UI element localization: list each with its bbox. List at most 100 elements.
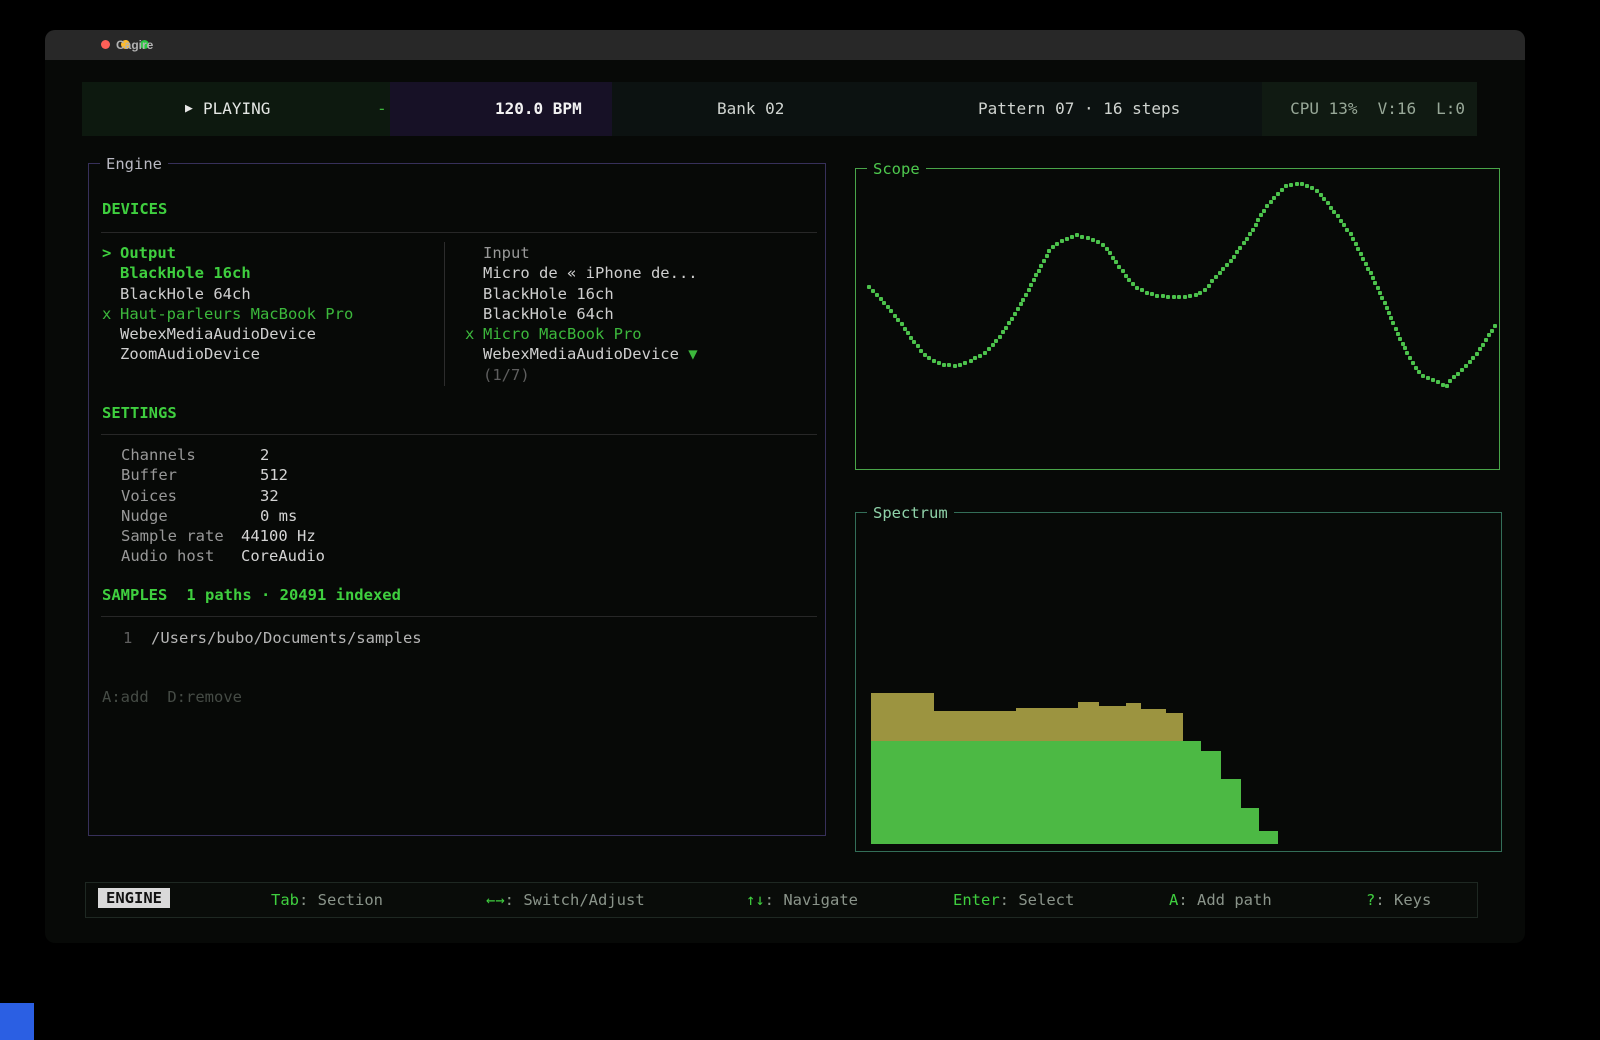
setting-row[interactable]: Buffer512 bbox=[121, 465, 325, 485]
scope-waveform bbox=[856, 169, 1499, 469]
waveform-dot bbox=[1121, 269, 1125, 273]
waveform-dot bbox=[1452, 375, 1456, 379]
waveform-dot bbox=[900, 322, 904, 326]
device-name: Micro MacBook Pro bbox=[483, 325, 642, 343]
setting-value: 32 bbox=[241, 487, 279, 505]
waveform-dot bbox=[1408, 356, 1412, 360]
device-row[interactable]: WebexMediaAudioDevice ▼ bbox=[465, 344, 698, 364]
waveform-dot bbox=[1108, 251, 1112, 255]
waveform-dot bbox=[932, 359, 936, 363]
device-marker bbox=[102, 284, 120, 304]
input-section-header[interactable]: Input bbox=[465, 243, 698, 263]
waveform-dot bbox=[1366, 267, 1370, 271]
device-name: Input bbox=[483, 244, 530, 262]
waveform-dot bbox=[1155, 294, 1159, 298]
setting-row[interactable]: Nudge0 ms bbox=[121, 506, 325, 526]
device-name: Haut-parleurs MacBook Pro bbox=[120, 305, 353, 323]
waveform-dot bbox=[1029, 283, 1033, 287]
waveform-dot bbox=[1080, 235, 1084, 239]
samples-separator bbox=[101, 616, 817, 617]
waveform-dot bbox=[875, 293, 879, 297]
device-marker bbox=[465, 344, 483, 364]
waveform-dot bbox=[1371, 276, 1375, 280]
shortcut-label: : Switch/Adjust bbox=[505, 891, 645, 909]
waveform-dot bbox=[1265, 204, 1269, 208]
waveform-dot bbox=[1398, 337, 1402, 341]
pattern-label: Pattern 07 · 16 steps bbox=[978, 82, 1180, 136]
waveform-dot bbox=[1016, 307, 1020, 311]
device-row[interactable]: ZoomAudioDevice bbox=[102, 344, 353, 364]
waveform-dot bbox=[1401, 342, 1405, 346]
shortcut-key: Enter bbox=[953, 891, 1000, 909]
waveform-dot bbox=[1436, 380, 1440, 384]
device-name: ZoomAudioDevice bbox=[120, 345, 260, 363]
waveform-dot bbox=[1280, 188, 1284, 192]
device-row[interactable]: BlackHole 16ch bbox=[102, 263, 353, 283]
waveform-dot bbox=[1086, 236, 1090, 240]
waveform-dot bbox=[1145, 291, 1149, 295]
device-row[interactable]: xMicro MacBook Pro bbox=[465, 324, 698, 344]
waveform-dot bbox=[916, 344, 920, 348]
waveform-dot bbox=[1177, 295, 1181, 299]
shortcut-label: : Add path bbox=[1178, 891, 1271, 909]
shortcut-hint: Enter: Select bbox=[953, 883, 1074, 917]
sample-path-row[interactable]: 1/Users/bubo/Documents/samples bbox=[102, 628, 422, 648]
waveform-dot bbox=[1478, 347, 1482, 351]
setting-row[interactable]: Audio hostCoreAudio bbox=[121, 546, 325, 566]
waveform-dot bbox=[937, 361, 941, 365]
waveform-dot bbox=[1013, 312, 1017, 316]
waveform-dot bbox=[1140, 288, 1144, 292]
waveform-dot bbox=[1385, 306, 1389, 310]
shortcut-key: ↑↓ bbox=[746, 891, 765, 909]
waveform-dot bbox=[1364, 262, 1368, 266]
waveform-dot bbox=[1055, 242, 1059, 246]
setting-row[interactable]: Channels2 bbox=[121, 445, 325, 465]
device-row[interactable]: BlackHole 16ch bbox=[465, 284, 698, 304]
waveform-dot bbox=[1426, 376, 1430, 380]
waveform-dot bbox=[1034, 273, 1038, 277]
waveform-dot bbox=[1354, 242, 1358, 246]
waveform-dot bbox=[1387, 311, 1391, 315]
device-row[interactable]: xHaut-parleurs MacBook Pro bbox=[102, 304, 353, 324]
device-row[interactable]: Micro de « iPhone de... bbox=[465, 263, 698, 283]
close-button[interactable] bbox=[101, 40, 110, 49]
app-window: Cagire ▶ PLAYING - 120.0 BPM Bank 02 Pat… bbox=[45, 30, 1525, 943]
waveform-dot bbox=[1305, 184, 1309, 188]
waveform-dot bbox=[1021, 298, 1025, 302]
waveform-dot bbox=[953, 364, 957, 368]
samples-summary: 1 paths · 20491 indexed bbox=[186, 586, 401, 604]
waveform-dot bbox=[1161, 294, 1165, 298]
dropdown-icon: ▼ bbox=[679, 345, 698, 363]
waveform-dot bbox=[1248, 232, 1252, 236]
device-name: Micro de « iPhone de... bbox=[483, 264, 698, 282]
device-row[interactable]: WebexMediaAudioDevice bbox=[102, 324, 353, 344]
shortcut-hint: ↑↓: Navigate bbox=[746, 883, 858, 917]
setting-value: 512 bbox=[241, 466, 288, 484]
waveform-dot bbox=[1242, 241, 1246, 245]
setting-row[interactable]: Voices32 bbox=[121, 486, 325, 506]
waveform-dot bbox=[1284, 184, 1288, 188]
waveform-dot bbox=[1032, 278, 1036, 282]
settings-table: Channels2Buffer512Voices32Nudge0 msSampl… bbox=[121, 445, 325, 567]
waveform-dot bbox=[1464, 364, 1468, 368]
device-name: WebexMediaAudioDevice bbox=[120, 325, 316, 343]
waveform-dot bbox=[963, 361, 967, 365]
device-marker bbox=[465, 243, 483, 263]
waveform-dot bbox=[1349, 232, 1353, 236]
device-row[interactable]: BlackHole 64ch bbox=[465, 304, 698, 324]
waveform-dot bbox=[1411, 361, 1415, 365]
waveform-dot bbox=[1042, 259, 1046, 263]
output-section-header[interactable]: >Output bbox=[102, 243, 353, 263]
window-titlebar[interactable]: Cagire bbox=[45, 30, 1525, 60]
waveform-dot bbox=[994, 339, 998, 343]
waveform-dot bbox=[1342, 223, 1346, 227]
waveform-dot bbox=[1221, 267, 1225, 271]
voices-meter: V:16 bbox=[1378, 82, 1417, 136]
samples-header-label: SAMPLES bbox=[102, 586, 167, 604]
device-row[interactable]: BlackHole 64ch bbox=[102, 284, 353, 304]
output-device-list: >Output BlackHole 16ch BlackHole 64chxHa… bbox=[102, 243, 353, 365]
waveform-dot bbox=[1101, 243, 1105, 247]
meters-group: CPU 13% V:16 L:0 bbox=[1290, 82, 1465, 136]
waveform-dot bbox=[1336, 214, 1340, 218]
setting-row[interactable]: Sample rate44100 Hz bbox=[121, 526, 325, 546]
